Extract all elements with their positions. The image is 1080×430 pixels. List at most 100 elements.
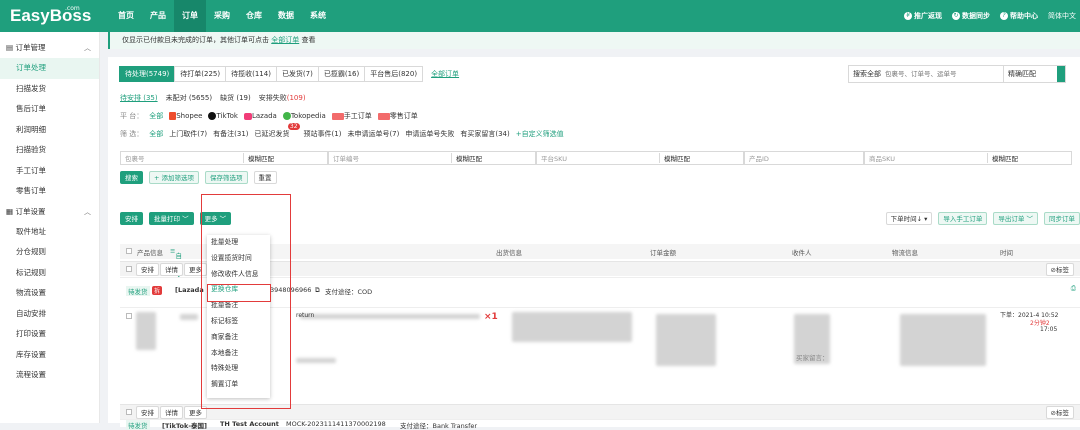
tag-button[interactable]: ⊘标签	[1045, 406, 1074, 419]
order-id[interactable]: MOCK-20231114113700021​98	[286, 420, 386, 428]
sort-select[interactable]: 下单时间↓ ▾	[885, 212, 933, 225]
sidebar-section-orders[interactable]: ▤ 订单管理 ︿	[0, 38, 99, 58]
add-filter-button[interactable]: + 添加筛选项	[149, 171, 200, 184]
nav-products[interactable]: 产品	[142, 0, 174, 32]
tab-shipped[interactable]: 已发货(7)	[275, 66, 319, 82]
quick-filter-all[interactable]: 全部	[149, 129, 163, 139]
product-id-field[interactable]: 产品ID	[744, 151, 864, 165]
tab-platform-after-sale[interactable]: 平台售后(820)	[364, 66, 424, 82]
quick-filter-buyer-msg[interactable]: 有买家留言(34)	[460, 129, 509, 139]
sidebar-item-auto-arrange[interactable]: 自动安排	[0, 304, 99, 325]
item-checkbox[interactable]	[126, 312, 132, 320]
export-label: 导出订单	[998, 215, 1025, 223]
copy-icon[interactable]: ⧉	[315, 286, 320, 295]
row-detail-button[interactable]: 详情	[160, 263, 183, 276]
tabs-all-orders-link[interactable]: 全部订单	[431, 66, 459, 82]
quick-filter-no-tracking[interactable]: 未申请运单号(7)	[347, 129, 399, 139]
sidebar-item-stock[interactable]: 库存设置	[0, 345, 99, 366]
search-scope[interactable]: 搜索全部	[849, 69, 885, 79]
product-sku-match[interactable]: 模糊匹配	[987, 153, 1071, 163]
row-arrange-button[interactable]: 安排	[136, 263, 159, 276]
sidebar-item-scan-check[interactable]: 扫描验货	[0, 140, 99, 161]
promo-icon: ¥	[904, 12, 912, 20]
platform-tiktok[interactable]: TikTok	[208, 112, 238, 120]
product-sku-field[interactable]: 商品SKU 模糊匹配	[864, 151, 1072, 165]
print-icon[interactable]: ⎙	[1071, 284, 1076, 293]
help-link[interactable]: ? 帮助中心	[1000, 11, 1038, 21]
package-no-field[interactable]: 包裹号 模糊匹配	[120, 151, 328, 165]
tag-button[interactable]: ⊘标签	[1045, 263, 1074, 276]
platform-lazada[interactable]: Lazada	[243, 112, 277, 120]
sidebar-item-profit[interactable]: 利润明细	[0, 120, 99, 141]
row-arrange-button[interactable]: 安排	[136, 406, 159, 419]
sidebar-item-order-processing[interactable]: 订单处理	[0, 58, 99, 79]
annotation-box-selected	[207, 284, 271, 302]
quick-filter-event[interactable]: 预站事件(1)	[304, 129, 342, 139]
platform-all[interactable]: 全部	[149, 111, 163, 121]
batch-print-button[interactable]: 批量打印 ﹀	[149, 212, 194, 225]
search-input[interactable]	[885, 67, 1003, 81]
sidebar-item-warehouse-rules[interactable]: 分仓规则	[0, 242, 99, 263]
sidebar-item-after-sale[interactable]: 售后订单	[0, 99, 99, 120]
import-manual-order-button[interactable]: 导入手工订单	[938, 212, 988, 225]
tab-to-pickup[interactable]: 待揽收(114)	[225, 66, 277, 82]
order-no-field[interactable]: 订单编号 模糊匹配	[328, 151, 536, 165]
all-orders-link[interactable]: 全部订单	[271, 36, 299, 44]
search-icon[interactable]	[1057, 66, 1065, 82]
sync-orders-button[interactable]: 同步订单	[1044, 212, 1080, 225]
sidebar-item-retail-orders[interactable]: 零售订单	[0, 181, 99, 202]
custom-filter-link[interactable]: +自定义筛选值	[516, 129, 564, 139]
nav-warehouse[interactable]: 仓库	[238, 0, 270, 32]
language-switch[interactable]: 简体中文	[1048, 11, 1076, 21]
manual-order-icon	[331, 112, 344, 120]
row-checkbox[interactable]	[126, 265, 132, 273]
quick-filter-tracking-failed[interactable]: 申请运单号失败	[405, 129, 454, 139]
platform-lazada-label: Lazada	[251, 112, 277, 120]
row-detail-button[interactable]: 详情	[160, 406, 183, 419]
promo-link[interactable]: ¥ 推广返现	[904, 11, 942, 21]
nav-purchase[interactable]: 采购	[206, 0, 238, 32]
product-id-placeholder: 产品ID	[749, 155, 769, 163]
platform-shopee[interactable]: Shopee	[169, 112, 202, 120]
platform-retail[interactable]: 零售订单	[377, 111, 418, 121]
tab-pending[interactable]: 待处理(5749)	[119, 66, 176, 82]
subtab-unmatched[interactable]: 未配对 (5655)	[166, 93, 213, 103]
package-no-match[interactable]: 模糊匹配	[243, 153, 327, 163]
platform-sku-field[interactable]: 平台SKU 模糊匹配	[536, 151, 744, 165]
tab-collected[interactable]: 已揽霸(16)	[317, 66, 366, 82]
search-match-select[interactable]: 精确匹配	[1003, 66, 1057, 82]
platform-tokopedia[interactable]: Tokopedia	[282, 112, 326, 120]
sidebar-item-workflow[interactable]: 流程设置	[0, 365, 99, 386]
save-filter-button[interactable]: 保存筛选项	[205, 171, 248, 184]
subtab-to-arrange[interactable]: 待安排 (35)	[120, 93, 158, 103]
quick-filter-pickup[interactable]: 上门取件(7)	[169, 129, 207, 139]
sidebar-item-tag-rules[interactable]: 标记规则	[0, 263, 99, 284]
reset-button[interactable]: 重置	[253, 171, 277, 184]
search-button[interactable]: 搜索	[120, 171, 143, 184]
sidebar-item-manual-orders[interactable]: 手工订单	[0, 161, 99, 182]
sync-link[interactable]: ↻ 数据同步	[952, 11, 990, 21]
sidebar-section-settings[interactable]: ▦ 订单设置 ︿	[0, 202, 99, 222]
logistics-blur	[900, 314, 986, 366]
tab-to-print[interactable]: 待打单(225)	[174, 66, 227, 82]
platform-manual[interactable]: 手工订单	[331, 111, 372, 121]
platform-sku-match[interactable]: 模糊匹配	[659, 153, 743, 163]
subtab-out-of-stock[interactable]: 缺货 (19)	[220, 93, 251, 103]
nav-home[interactable]: 首页	[110, 0, 142, 32]
quick-filter-remark[interactable]: 有备注(31)	[213, 129, 248, 139]
nav-data[interactable]: 数据	[270, 0, 302, 32]
sidebar-item-print[interactable]: 打印设置	[0, 324, 99, 345]
subtab-arrange-failed[interactable]: 安排失败(109)	[259, 93, 306, 103]
sidebar-item-scan-ship[interactable]: 扫描发货	[0, 79, 99, 100]
arrange-button[interactable]: 安排	[120, 212, 143, 225]
col-custom[interactable]: ≡自定义	[170, 247, 182, 280]
sidebar-item-logistics[interactable]: 物流设置	[0, 283, 99, 304]
nav-orders[interactable]: 订单	[174, 0, 206, 32]
quick-filter-delayed[interactable]: 已延迟发货 32	[255, 123, 300, 139]
order-no-match[interactable]: 模糊匹配	[451, 153, 535, 163]
select-all-checkbox[interactable]	[126, 247, 132, 255]
export-orders-button[interactable]: 导出订单 ﹀	[993, 212, 1038, 225]
nav-system[interactable]: 系统	[302, 0, 334, 32]
row-checkbox[interactable]	[126, 408, 132, 416]
sidebar-item-pickup-address[interactable]: 取件地址	[0, 222, 99, 243]
